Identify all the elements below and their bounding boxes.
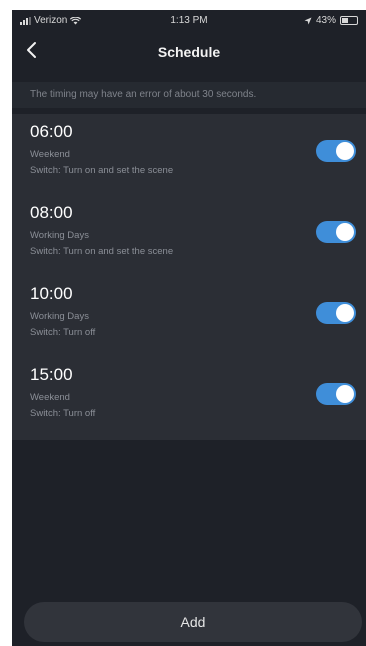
schedule-time: 15:00 — [30, 365, 73, 384]
schedule-item[interactable]: 10:00 Working Days Switch: Turn off — [12, 276, 366, 357]
schedule-time: 06:00 — [30, 122, 73, 141]
schedule-action: Switch: Turn on and set the scene — [30, 165, 174, 176]
schedule-action: Switch: Turn on and set the scene — [30, 246, 174, 257]
schedule-list: 06:00 Weekend Switch: Turn on and set th… — [12, 114, 366, 440]
schedule-action: Switch: Turn off — [30, 327, 96, 338]
status-right: 43% — [304, 15, 358, 26]
toggle-knob — [336, 385, 354, 403]
schedule-action: Switch: Turn off — [30, 408, 96, 419]
schedule-item[interactable]: 06:00 Weekend Switch: Turn on and set th… — [12, 114, 366, 195]
schedule-item[interactable]: 08:00 Working Days Switch: Turn on and s… — [12, 195, 366, 276]
schedule-time: 10:00 — [30, 284, 73, 303]
battery-icon — [340, 16, 358, 25]
schedule-time: 08:00 — [30, 203, 73, 222]
location-arrow-icon — [304, 17, 312, 24]
schedule-days: Working Days — [30, 311, 89, 322]
nav-bar: Schedule — [12, 34, 366, 68]
schedule-toggle[interactable] — [316, 383, 356, 405]
battery-percent: 43% — [315, 15, 336, 26]
timing-notice: The timing may have an error of about 30… — [12, 82, 366, 108]
schedule-days: Weekend — [30, 392, 70, 403]
phone-screen: Verizon 1:13 PM 43% Schedule The timing … — [12, 10, 366, 646]
schedule-toggle[interactable] — [316, 140, 356, 162]
add-schedule-button[interactable]: Add — [24, 602, 362, 642]
schedule-days: Working Days — [30, 230, 89, 241]
schedule-toggle[interactable] — [316, 221, 356, 243]
schedule-item[interactable]: 15:00 Weekend Switch: Turn off — [12, 357, 366, 438]
schedule-toggle[interactable] — [316, 302, 356, 324]
toggle-knob — [336, 304, 354, 322]
toggle-knob — [336, 223, 354, 241]
schedule-days: Weekend — [30, 149, 70, 160]
timing-notice-text: The timing may have an error of about 30… — [30, 89, 257, 100]
status-bar: Verizon 1:13 PM 43% — [12, 10, 366, 32]
page-title: Schedule — [157, 44, 221, 60]
toggle-knob — [336, 142, 354, 160]
